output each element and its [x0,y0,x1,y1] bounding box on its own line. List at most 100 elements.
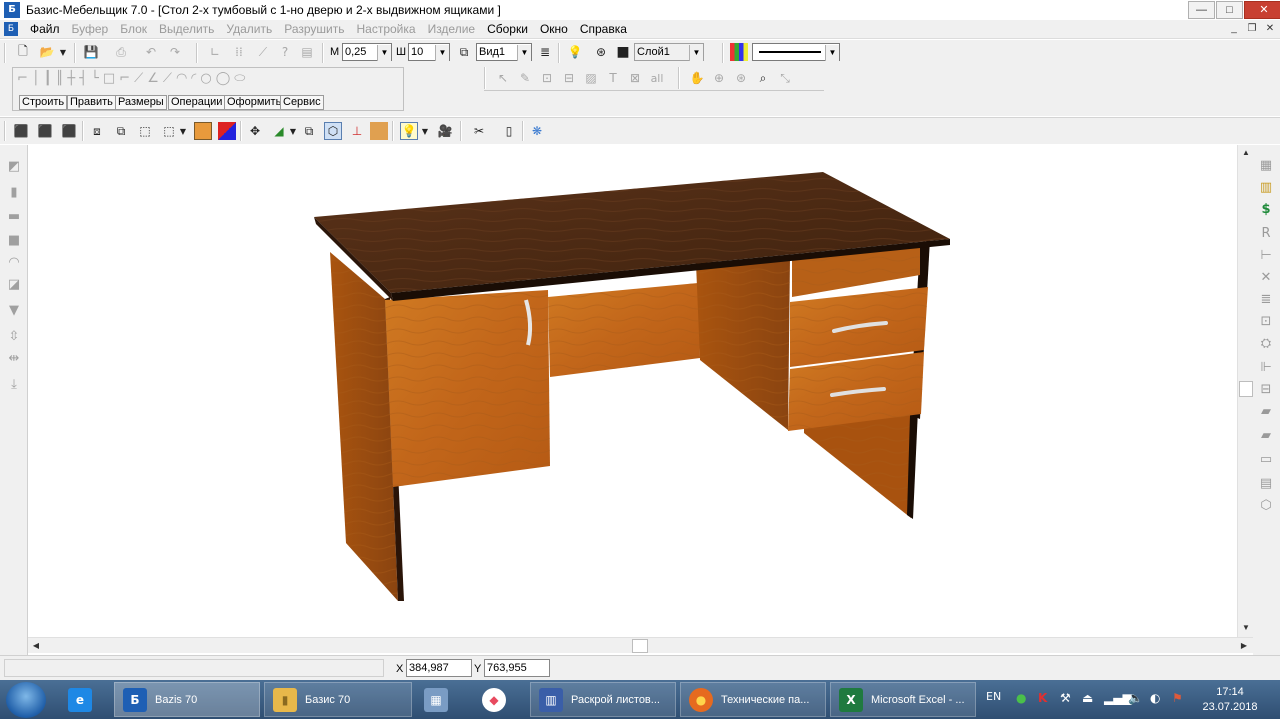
zoom-window-icon[interactable]: ⊛ [732,69,750,87]
cube-view-icon[interactable]: ⬚ [160,122,178,140]
menu-item[interactable]: Удалить [226,22,272,36]
panel-arbitrary-icon[interactable]: ■ [6,233,22,249]
menu-item[interactable]: Блок [120,22,147,36]
vertical-scrollbar[interactable]: ▲ ▼ [1237,145,1253,637]
line-style-select[interactable]: ▼ [752,43,840,61]
hatch-icon[interactable]: ▨ [582,69,600,87]
taskbar-app-excel[interactable]: X Microsoft Excel - ... [830,682,976,717]
tray-flag-icon[interactable]: ⚑ [1172,691,1183,705]
menu-item[interactable]: Файл [30,22,60,36]
ortho-line-icon[interactable]: ┼ [67,71,75,91]
arc2-icon[interactable]: ◜ [191,71,196,91]
zoom-fit-icon[interactable]: ⤡ [776,69,794,87]
pan-hand-icon[interactable]: ✋ [688,69,706,87]
open-dropdown-icon[interactable]: ▼ [58,43,68,61]
edit-pen-icon[interactable]: ✎ [516,69,534,87]
materials-icon[interactable]: ❋ [528,122,546,140]
horizontal-scrollbar[interactable]: ◀ ▶ [28,637,1253,653]
line-tool-icon[interactable]: │ [32,71,40,91]
model-viewport[interactable] [28,145,1237,637]
accessory-icon[interactable]: ⤓ [6,377,22,393]
drawer-icon[interactable]: ▤ [1257,475,1275,493]
scroll-right-icon[interactable]: ▶ [1237,639,1251,653]
move-dropdown-icon[interactable]: ▼ [288,122,298,140]
scroll-left-icon[interactable]: ◀ [29,639,43,653]
language-indicator[interactable]: EN [986,690,1001,703]
properties-icon[interactable]: ▤ [298,43,316,61]
tray-app-icon[interactable]: ⚒ [1060,691,1071,705]
vertical-scroll-thumb[interactable] [1239,381,1253,397]
image-icon[interactable]: ⊠ [626,69,644,87]
shape-icon[interactable]: ⬡ [1257,497,1275,515]
move-icon[interactable]: ◢ [270,122,288,140]
dollar-icon[interactable]: $ [1257,201,1275,219]
hinge-icon[interactable]: ▼ [6,303,22,319]
panel-vertical-icon[interactable]: ▮ [6,185,22,201]
taskbar-app-bazis[interactable]: Б Bazis 70 [114,682,260,717]
volume-icon[interactable]: 🔈 [1128,691,1143,705]
rotate-icon[interactable]: ✥ [246,122,264,140]
point-icon[interactable]: ⊡ [538,69,556,87]
r-icon[interactable]: R [1257,225,1275,243]
menu-item[interactable]: Настройка [356,22,415,36]
tray-sync-icon[interactable]: ● [1016,691,1026,705]
cube-outline-icon[interactable]: ⬚ [136,122,154,140]
tray-usb-icon[interactable]: ⏏ [1082,691,1093,705]
fastener-icon[interactable]: ⇳ [6,329,22,345]
bent-panel-icon[interactable]: ◠ [6,255,22,271]
tab-build[interactable]: Строить [19,95,68,110]
menu-item[interactable]: Окно [540,22,568,36]
tab-operations[interactable]: Операции [168,95,226,110]
clock-time[interactable]: 17:14 [1200,686,1260,698]
new-file-icon[interactable]: 🗋 [14,43,32,61]
tray-clock-app-icon[interactable]: ◐ [1150,691,1160,705]
cube-solid-icon[interactable]: ⬛ [36,122,54,140]
tab-format[interactable]: Оформить [224,95,285,110]
lightbulb-icon[interactable]: 💡 [566,43,584,61]
vertical-line-icon[interactable]: ┃ [44,71,52,91]
angle-line2-icon[interactable]: ∠ [147,71,159,91]
groove-icon[interactable]: ⇹ [6,351,22,367]
mdi-restore-button[interactable]: ❐ [1244,22,1260,36]
lock-icon[interactable]: ⊡ [1257,313,1275,331]
zoom-in-icon[interactable]: ⊕ [710,69,728,87]
offset-line-icon[interactable]: ┤ [79,71,87,91]
ellipse-icon[interactable]: ⬭ [234,71,245,91]
taskbar-app-firefox[interactable]: ● Технические па... [680,682,826,717]
parallel-lines-icon[interactable]: ║ [56,71,64,91]
y-coordinate[interactable]: 763,955 [484,659,550,677]
panel-set-icon[interactable]: ▰ [1257,403,1275,421]
arc-icon[interactable]: ◠ [176,71,187,91]
copy-view-icon[interactable]: ⧉ [455,43,473,61]
taskbar-app-calculator[interactable]: ▦ [416,682,466,717]
shelf-icon[interactable]: ⊟ [1257,381,1275,399]
colored-cube-icon[interactable] [218,122,236,140]
hinge-side-icon[interactable]: ⛭ [1257,335,1275,353]
taskbar-app-pinned[interactable]: ◆ [474,682,524,717]
maximize-button[interactable]: □ [1216,1,1243,19]
mdi-close-button[interactable]: ✕ [1262,22,1278,36]
scroll-down-icon[interactable]: ▼ [1239,621,1253,635]
scroll-up-icon[interactable]: ▲ [1239,146,1253,160]
cut-icon[interactable]: ✂ [470,122,488,140]
cube-wire-icon[interactable]: ⧈ [88,122,106,140]
save-icon[interactable]: 💾 [82,43,100,61]
mdi-minimize-button[interactable]: _ [1226,22,1242,36]
layer-color-icon[interactable]: ■ [614,43,632,61]
layer-lock-icon[interactable]: ⊛ [592,43,610,61]
text-icon[interactable]: T [604,69,622,87]
color-palette-icon[interactable] [730,43,748,61]
tray-antivirus-icon[interactable]: K [1038,691,1047,705]
layers-icon[interactable]: ≣ [536,43,554,61]
camera-icon[interactable]: ⧉ [300,122,318,140]
close-button[interactable]: ✕ [1244,1,1280,19]
start-button[interactable] [6,682,46,718]
menu-item[interactable]: Разрушить [284,22,344,36]
edge-icon[interactable]: ⊢ [1257,247,1275,265]
panel-horizontal-icon[interactable]: ◩ [6,159,22,175]
tab-service[interactable]: Сервис [280,95,324,110]
circle-icon[interactable]: ○ [200,71,211,91]
layer-select[interactable]: Слой1 ▼ [634,43,704,61]
menu-item[interactable]: Выделить [159,22,214,36]
profile-icon[interactable]: ◪ [6,277,22,293]
